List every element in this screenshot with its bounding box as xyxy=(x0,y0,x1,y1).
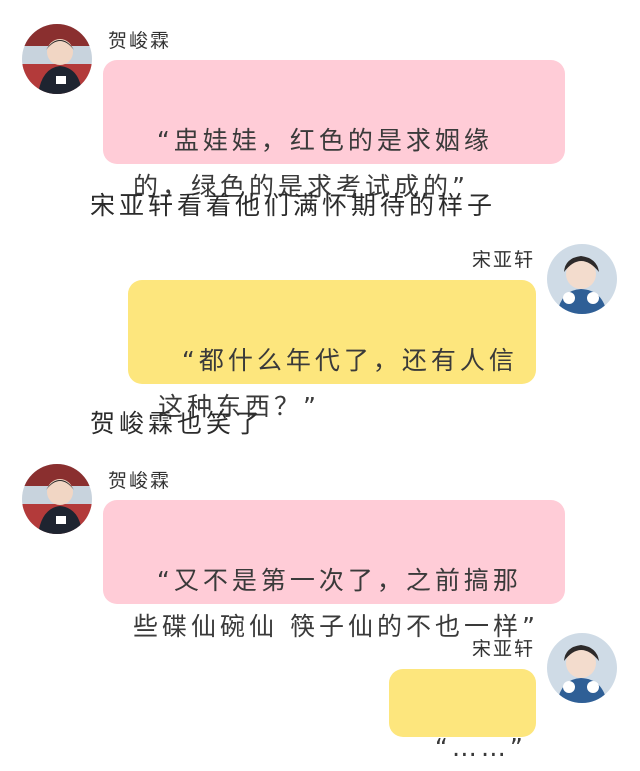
message-bubble[interactable]: “……” xyxy=(389,669,536,762)
message-bubble[interactable]: “盅娃娃，红色的是求姻缘的，绿色的是求考试成的” xyxy=(103,60,565,201)
avatar-he-junlin[interactable] xyxy=(22,24,92,94)
speaker-name: 贺峻霖 xyxy=(108,30,172,52)
speaker-name: 宋亚轩 xyxy=(472,638,536,660)
speaker-name: 贺峻霖 xyxy=(108,470,172,492)
person-avatar-icon xyxy=(22,464,92,534)
avatar-he-junlin[interactable] xyxy=(22,464,92,534)
person-avatar-icon xyxy=(547,633,617,703)
narration-text: 贺峻霖也笑了 xyxy=(90,409,265,438)
message-text: “又不是第一次了，之前搞那些碟仙碗仙 筷子仙的不也一样” xyxy=(133,566,539,641)
narration-text: 宋亚轩看着他们满怀期待的样子 xyxy=(90,191,497,220)
person-avatar-icon xyxy=(22,24,92,94)
message-bubble[interactable]: “都什么年代了，还有人信这种东西？” xyxy=(128,280,536,421)
avatar-song-yaxuan[interactable] xyxy=(547,633,617,703)
message-bubble[interactable]: “又不是第一次了，之前搞那些碟仙碗仙 筷子仙的不也一样” xyxy=(103,500,565,641)
message-text: “……” xyxy=(434,733,527,762)
avatar-song-yaxuan[interactable] xyxy=(547,244,617,314)
person-avatar-icon xyxy=(547,244,617,314)
speaker-name: 宋亚轩 xyxy=(472,249,536,271)
